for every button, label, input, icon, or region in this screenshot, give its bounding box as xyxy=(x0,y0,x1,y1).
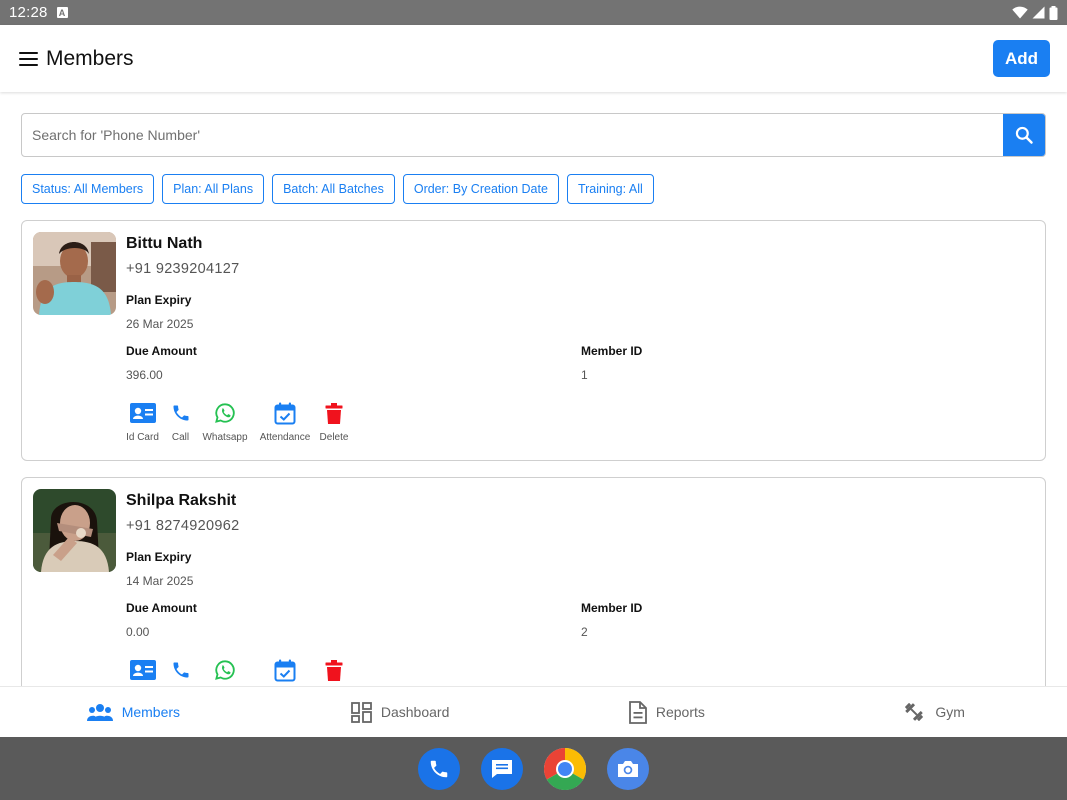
due-amount-label: Due Amount xyxy=(126,601,197,615)
member-name: Bittu Nath xyxy=(126,235,203,252)
whatsapp-button[interactable]: Whatsapp xyxy=(202,658,248,686)
member-actions: Id Card Call Whatsapp Attendance Delete xyxy=(126,658,350,686)
call-button[interactable]: Call xyxy=(171,658,190,686)
plan-expiry-label: Plan Expiry xyxy=(126,293,192,307)
member-card[interactable]: Shilpa Rakshit +91 8274920962 Plan Expir… xyxy=(21,477,1046,686)
search-button[interactable] xyxy=(1003,114,1045,156)
nav-reports-label: Reports xyxy=(655,704,705,720)
status-time: 12:28 xyxy=(9,4,48,21)
trash-icon xyxy=(325,659,343,681)
nav-gym-label: Gym xyxy=(935,704,965,720)
filter-training-chip[interactable]: Training: All xyxy=(566,174,654,204)
whatsapp-icon xyxy=(215,660,235,680)
filter-batch-chip[interactable]: Batch: All Batches xyxy=(272,174,395,204)
member-id-value: 1 xyxy=(581,368,588,382)
member-card[interactable]: Bittu Nath +91 9239204127 Plan Expiry 26… xyxy=(21,220,1046,461)
filter-bar: Status: All Members Plan: All Plans Batc… xyxy=(21,174,654,204)
delete-button[interactable]: Delete xyxy=(318,658,350,686)
nav-gym[interactable]: Gym xyxy=(800,687,1067,737)
reports-icon xyxy=(628,700,647,724)
search-bar xyxy=(21,113,1046,157)
id-card-button[interactable]: Id Card xyxy=(126,401,159,443)
delete-button[interactable]: Delete xyxy=(318,401,350,443)
plan-expiry-value: 14 Mar 2025 xyxy=(126,574,194,588)
due-amount-label: Due Amount xyxy=(126,344,197,358)
calendar-check-icon xyxy=(274,402,296,424)
id-card-button[interactable]: Id Card xyxy=(126,658,159,686)
battery-icon xyxy=(1049,5,1058,20)
search-icon xyxy=(1015,126,1033,144)
action-label: Delete xyxy=(319,432,349,443)
nav-members-label: Members xyxy=(121,704,181,720)
nav-members[interactable]: Members xyxy=(0,687,267,737)
member-phone: +91 8274920962 xyxy=(126,518,240,534)
action-label: Call xyxy=(171,432,190,443)
member-avatar xyxy=(33,232,116,315)
search-input[interactable] xyxy=(22,114,1003,156)
system-dock xyxy=(0,737,1067,800)
page-title: Members xyxy=(46,46,134,70)
call-button[interactable]: Call xyxy=(171,401,190,443)
menu-icon[interactable] xyxy=(19,51,38,66)
camera-app-icon xyxy=(618,760,638,777)
add-member-button[interactable]: Add xyxy=(993,40,1050,77)
calendar-check-icon xyxy=(274,659,296,681)
trash-icon xyxy=(325,402,343,424)
camera-app-button[interactable] xyxy=(607,747,649,790)
member-id-label: Member ID xyxy=(581,601,643,615)
action-label: Id Card xyxy=(126,432,159,443)
attendance-button[interactable]: Attendance xyxy=(258,658,312,686)
nav-reports[interactable]: Reports xyxy=(534,687,801,737)
member-avatar xyxy=(33,489,116,572)
member-phone: +91 9239204127 xyxy=(126,261,240,277)
member-actions: Id Card Call Whatsapp Attendance Delete xyxy=(126,401,350,443)
messages-app-icon xyxy=(492,759,512,778)
notification-icon: A xyxy=(56,7,68,18)
phone-icon xyxy=(173,405,188,421)
status-bar: 12:28 A xyxy=(0,0,1067,25)
member-id-label: Member ID xyxy=(581,344,643,358)
phone-app-button[interactable] xyxy=(418,747,460,790)
attendance-button[interactable]: Attendance xyxy=(258,401,312,443)
members-icon xyxy=(86,704,113,721)
dashboard-icon xyxy=(350,701,372,723)
nav-dashboard-label: Dashboard xyxy=(380,704,450,720)
action-label: Whatsapp xyxy=(202,432,248,443)
messages-app-button[interactable] xyxy=(481,747,523,790)
plan-expiry-value: 26 Mar 2025 xyxy=(126,317,194,331)
phone-icon xyxy=(173,662,188,678)
wifi-icon xyxy=(1012,6,1028,19)
member-id-value: 2 xyxy=(581,625,588,639)
id-card-icon xyxy=(129,403,156,423)
nav-dashboard[interactable]: Dashboard xyxy=(267,687,534,737)
whatsapp-icon xyxy=(215,403,235,423)
member-list[interactable]: Bittu Nath +91 9239204127 Plan Expiry 26… xyxy=(21,220,1046,686)
phone-app-icon xyxy=(430,760,448,777)
dumbbell-icon xyxy=(905,703,924,721)
chrome-app-icon xyxy=(544,747,586,790)
filter-plan-chip[interactable]: Plan: All Plans xyxy=(162,174,265,204)
due-amount-value: 0.00 xyxy=(126,625,150,639)
member-name: Shilpa Rakshit xyxy=(126,492,237,509)
plan-expiry-label: Plan Expiry xyxy=(126,550,192,564)
filter-status-chip[interactable]: Status: All Members xyxy=(21,174,155,204)
due-amount-value: 396.00 xyxy=(126,368,163,382)
chrome-app-button[interactable] xyxy=(544,747,586,790)
action-label: Attendance xyxy=(259,432,311,443)
signal-icon xyxy=(1032,6,1045,19)
app-bar: Members Add xyxy=(0,25,1067,92)
filter-order-chip[interactable]: Order: By Creation Date xyxy=(402,174,559,204)
id-card-icon xyxy=(129,660,156,680)
bottom-nav: Members Dashboard Reports Gym xyxy=(0,686,1067,737)
whatsapp-button[interactable]: Whatsapp xyxy=(202,401,248,443)
status-indicators xyxy=(1012,5,1058,20)
